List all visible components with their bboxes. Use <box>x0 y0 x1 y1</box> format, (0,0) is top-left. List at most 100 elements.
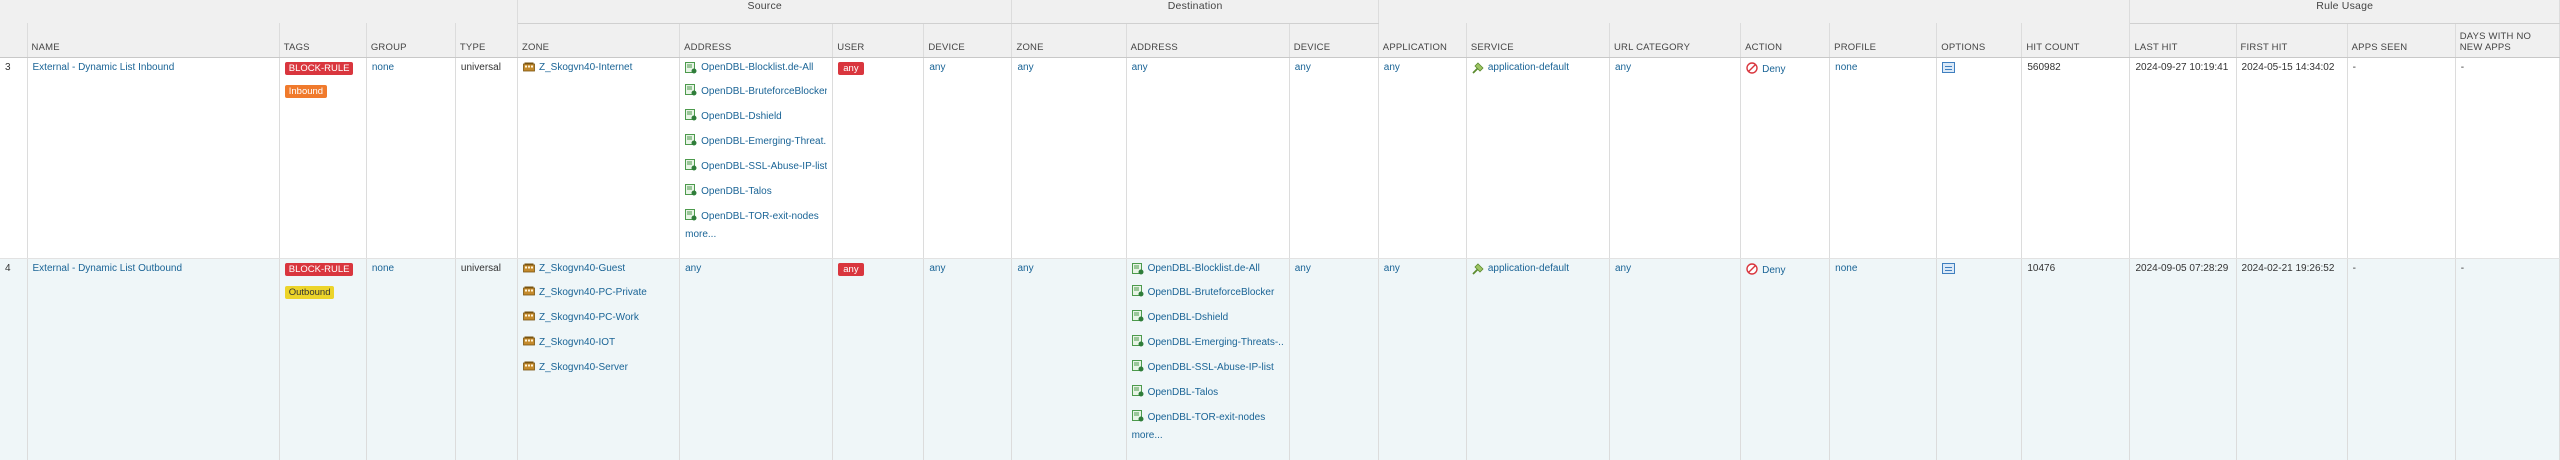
tag-badge-block-rule[interactable]: BLOCK-RULE <box>284 61 354 75</box>
source-user-badge[interactable]: any <box>838 61 864 75</box>
action-link[interactable]: Deny <box>1762 64 1785 75</box>
destination-address-link[interactable]: OpenDBL-BruteforceBlocker <box>1148 287 1275 298</box>
destination-device-value[interactable]: any <box>1295 263 1311 274</box>
apps-seen-value: - <box>2352 262 2356 274</box>
col-header-destination-device[interactable]: DEVICE <box>1289 23 1379 58</box>
source-zone-link[interactable]: Z_Skogvn40-Server <box>539 362 628 373</box>
address-object-icon <box>685 208 697 224</box>
destination-address-link[interactable]: OpenDBL-SSL-Abuse-IP-list <box>1148 362 1274 373</box>
zone-icon <box>523 286 535 299</box>
col-header-source-device[interactable]: DEVICE <box>923 23 1013 58</box>
col-header-source-user[interactable]: USER <box>832 23 925 58</box>
destination-zone-value[interactable]: any <box>1017 263 1033 274</box>
table-row[interactable]: 3 External - Dynamic List Inbound BLOCK-… <box>0 57 2560 259</box>
source-zone-cell: Z_Skogvn40-Internet <box>517 57 681 259</box>
col-header-destination-zone[interactable]: ZONE <box>1011 23 1127 58</box>
security-rules-table: Source Destination Rule Usage NAME TAGS … <box>0 0 2560 460</box>
col-header-source-address[interactable]: ADDRESS <box>679 23 834 58</box>
application-value[interactable]: any <box>1384 62 1400 73</box>
source-zone-link[interactable]: Z_Skogvn40-IOT <box>539 337 615 348</box>
days-no-new-apps-value: - <box>2460 61 2465 73</box>
address-object-icon <box>1131 309 1144 325</box>
tag-badge-inbound[interactable]: Inbound <box>284 84 328 98</box>
destination-address-link[interactable]: OpenDBL-Emerging-Threats-... <box>1148 337 1284 348</box>
destination-zone-value[interactable]: any <box>1017 62 1033 73</box>
address-object-icon <box>1131 384 1144 400</box>
destination-device-value[interactable]: any <box>1295 62 1311 73</box>
rule-name-link[interactable]: External - Dynamic List Inbound <box>33 62 175 73</box>
destination-address-link[interactable]: OpenDBL-TOR-exit-nodes <box>1148 412 1266 423</box>
address-object-icon <box>685 108 697 124</box>
more-link[interactable]: more... <box>685 229 827 245</box>
profile-value[interactable]: none <box>1835 263 1857 274</box>
source-device-value[interactable]: any <box>929 263 945 274</box>
hit-count-value: 560982 <box>2027 61 2061 73</box>
zone-icon <box>523 263 535 276</box>
source-address-link[interactable]: OpenDBL-TOR-exit-nodes <box>701 211 819 222</box>
type-value: universal <box>460 262 501 274</box>
rule-name-link[interactable]: External - Dynamic List Outbound <box>33 263 183 274</box>
col-header-service[interactable]: SERVICE <box>1466 23 1610 58</box>
col-header-apps-seen[interactable]: APPS SEEN <box>2347 23 2456 58</box>
service-link[interactable]: application-default <box>1488 62 1569 73</box>
service-icon <box>1472 61 1484 77</box>
action-link[interactable]: Deny <box>1762 265 1785 276</box>
action-cell: Deny <box>1740 258 1831 460</box>
group-value[interactable]: none <box>372 263 394 274</box>
table-row[interactable]: 4 External - Dynamic List Outbound BLOCK… <box>0 258 2560 460</box>
source-device-value[interactable]: any <box>929 62 945 73</box>
group-value[interactable]: none <box>372 62 394 73</box>
source-address-value[interactable]: any <box>685 263 701 274</box>
col-header-profile[interactable]: PROFILE <box>1829 23 1938 58</box>
profile-value[interactable]: none <box>1835 62 1857 73</box>
source-user-badge[interactable]: any <box>838 262 864 276</box>
source-zone-link[interactable]: Z_Skogvn40-PC-Private <box>539 287 647 298</box>
col-header-url-category[interactable]: URL CATEGORY <box>1609 23 1742 58</box>
options-schedule-icon[interactable] <box>1942 61 1956 73</box>
source-address-link[interactable]: OpenDBL-Emerging-Threat... <box>701 136 827 147</box>
options-schedule-icon[interactable] <box>1942 262 1956 274</box>
col-header-destination-address[interactable]: ADDRESS <box>1126 23 1290 58</box>
source-zone-link[interactable]: Z_Skogvn40-Guest <box>539 263 625 274</box>
col-header-days-no-new-apps[interactable]: DAYS WITH NO NEW APPS <box>2455 23 2560 58</box>
application-value[interactable]: any <box>1384 263 1400 274</box>
col-header-source-zone[interactable]: ZONE <box>517 23 681 58</box>
group-header-blank-mid <box>1378 0 2131 23</box>
source-zone-link[interactable]: Z_Skogvn40-PC-Work <box>539 312 639 323</box>
source-address-link[interactable]: OpenDBL-SSL-Abuse-IP-list <box>701 161 827 172</box>
source-address-link[interactable]: OpenDBL-Blocklist.de-All <box>701 62 813 73</box>
column-header-row: NAME TAGS GROUP TYPE ZONE ADDRESS USER D… <box>0 23 2560 58</box>
col-header-application[interactable]: APPLICATION <box>1378 23 1467 58</box>
col-header-name[interactable]: NAME <box>27 23 280 58</box>
address-object-icon <box>685 158 697 174</box>
col-header-group[interactable]: GROUP <box>366 23 456 58</box>
col-header-hit-count[interactable]: HIT COUNT <box>2021 23 2131 58</box>
col-header-first-hit[interactable]: FIRST HIT <box>2236 23 2348 58</box>
col-header-action[interactable]: ACTION <box>1740 23 1831 58</box>
source-address-link[interactable]: OpenDBL-Dshield <box>701 111 782 122</box>
zone-icon <box>523 361 535 374</box>
tag-badge-block-rule[interactable]: BLOCK-RULE <box>284 262 354 276</box>
destination-address-link[interactable]: OpenDBL-Talos <box>1148 387 1219 398</box>
source-address-link[interactable]: OpenDBL-Talos <box>701 186 772 197</box>
more-link[interactable]: more... <box>1132 430 1284 446</box>
source-zone-link[interactable]: Z_Skogvn40-Internet <box>539 62 632 73</box>
url-category-value[interactable]: any <box>1615 263 1631 274</box>
col-header-options[interactable]: OPTIONS <box>1936 23 2023 58</box>
address-object-icon <box>1131 334 1144 350</box>
col-header-tags[interactable]: TAGS <box>279 23 367 58</box>
destination-address-link[interactable]: OpenDBL-Blocklist.de-All <box>1148 263 1260 274</box>
url-category-value[interactable]: any <box>1615 62 1631 73</box>
destination-address-value[interactable]: any <box>1132 62 1148 73</box>
tags-cell: BLOCK-RULE Outbound <box>279 258 367 460</box>
service-cell: application-default <box>1466 57 1610 259</box>
zone-icon <box>523 311 535 324</box>
col-header-type[interactable]: TYPE <box>455 23 518 58</box>
col-header-last-hit[interactable]: LAST HIT <box>2129 23 2237 58</box>
destination-address-link[interactable]: OpenDBL-Dshield <box>1148 312 1229 323</box>
col-header-number <box>0 23 28 58</box>
service-link[interactable]: application-default <box>1488 263 1569 274</box>
tag-badge-outbound[interactable]: Outbound <box>284 285 335 299</box>
deny-icon <box>1746 262 1758 278</box>
source-address-link[interactable]: OpenDBL-BruteforceBlocker <box>701 86 827 97</box>
